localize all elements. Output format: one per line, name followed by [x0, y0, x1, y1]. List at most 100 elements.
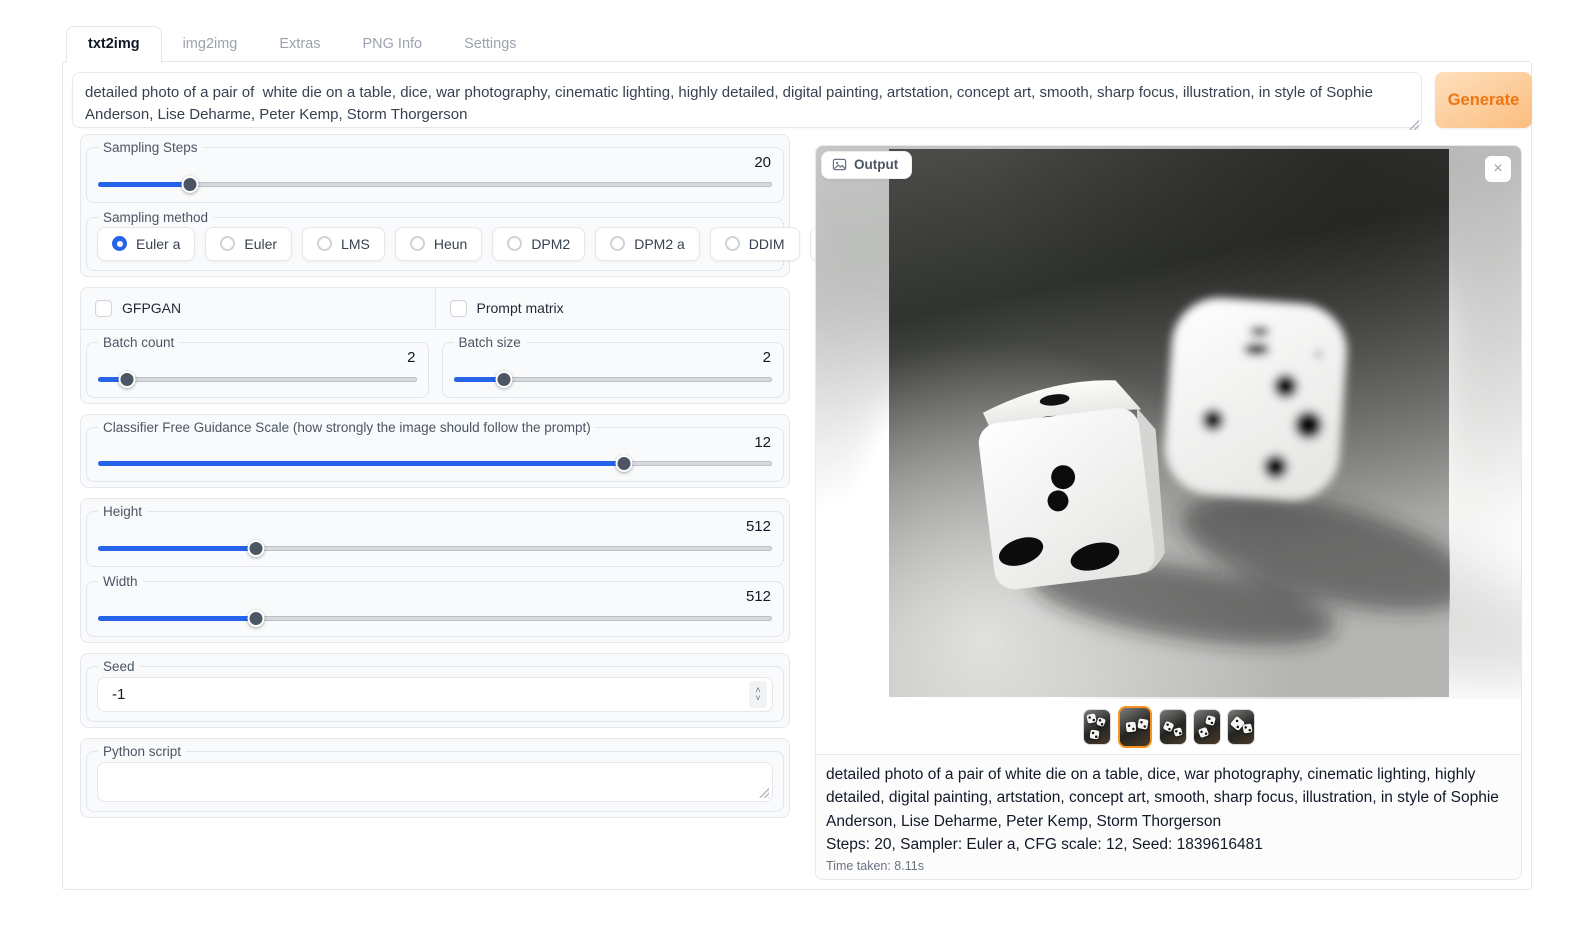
width-value: 512 — [97, 589, 771, 605]
tab-txt2img[interactable]: txt2img — [66, 26, 162, 63]
slider-fill — [98, 182, 190, 187]
tab-img2img[interactable]: img2img — [162, 27, 259, 62]
thumbnail-5[interactable] — [1228, 710, 1254, 744]
slider-fill — [98, 546, 256, 551]
cfg-value: 12 — [97, 435, 771, 451]
radio-icon — [610, 236, 625, 251]
width-group: Width 512 — [86, 574, 784, 637]
seed-group: Seed ˄ ˅ — [86, 659, 784, 722]
tab-extras[interactable]: Extras — [258, 27, 341, 62]
radio-selected-icon — [112, 236, 127, 251]
cfg-label: Classifier Free Guidance Scale (how stro… — [98, 420, 596, 435]
sampling-steps-slider[interactable] — [98, 176, 772, 193]
sampling-option-ddim[interactable]: DDIM — [710, 227, 800, 261]
batch-size-group: Batch size 2 — [442, 335, 785, 398]
batch-size-label: Batch size — [454, 335, 526, 350]
sampling-option-dpm2-a[interactable]: DPM2 a — [595, 227, 700, 261]
sampling-steps-group: Sampling Steps 20 — [86, 140, 784, 203]
radio-label: DPM2 — [531, 236, 570, 252]
thumbnail-3[interactable] — [1160, 710, 1186, 744]
info-time-taken: Time taken: 8.11s — [826, 859, 1511, 873]
tab-png-info[interactable]: PNG Info — [341, 27, 443, 62]
radio-icon — [507, 236, 522, 251]
width-label: Width — [98, 574, 143, 589]
slider-thumb[interactable] — [181, 176, 198, 193]
sampling-option-heun[interactable]: Heun — [395, 227, 482, 261]
radio-icon — [220, 236, 235, 251]
prompt-matrix-cell: Prompt matrix — [435, 288, 790, 330]
number-stepper[interactable]: ˄ ˅ — [749, 681, 767, 708]
cfg-panel: Classifier Free Guidance Scale (how stro… — [80, 414, 790, 489]
gfpgan-cell: GFPGAN — [81, 288, 435, 330]
radio-label: Euler a — [136, 236, 180, 252]
seed-panel: Seed ˄ ˅ — [80, 653, 790, 728]
generation-info: detailed photo of a pair of white die on… — [816, 754, 1521, 880]
slider-thumb[interactable] — [118, 371, 135, 388]
prompt-matrix-checkbox[interactable] — [450, 300, 467, 317]
slider-thumb[interactable] — [615, 455, 632, 472]
prompt-matrix-label: Prompt matrix — [477, 300, 564, 316]
sampling-option-lms[interactable]: LMS — [302, 227, 385, 261]
seed-label: Seed — [98, 659, 140, 674]
output-gallery: Output × — [816, 146, 1521, 699]
seed-input[interactable] — [110, 685, 749, 704]
sampling-steps-value: 20 — [97, 155, 771, 171]
slider-fill — [98, 616, 256, 621]
batch-panel: GFPGAN Prompt matrix Batch count 2 Batch… — [80, 287, 790, 404]
thumbnail-strip — [816, 699, 1521, 754]
image-icon — [832, 157, 847, 172]
batch-count-slider[interactable] — [98, 371, 417, 388]
sampling-option-euler[interactable]: Euler — [205, 227, 292, 261]
thumbnail-1[interactable] — [1084, 710, 1110, 744]
sampling-panel: Sampling Steps 20 Sampling method Euler … — [80, 134, 790, 277]
radio-icon — [317, 236, 332, 251]
radio-label: Heun — [434, 236, 467, 252]
slider-thumb[interactable] — [496, 371, 513, 388]
sampling-option-euler-a[interactable]: Euler a — [97, 227, 195, 261]
settings-column: Sampling Steps 20 Sampling method Euler … — [80, 134, 790, 828]
gfpgan-label: GFPGAN — [122, 300, 181, 316]
python-script-group: Python script — [86, 744, 784, 812]
close-icon[interactable]: × — [1485, 156, 1511, 182]
tab-settings[interactable]: Settings — [443, 27, 537, 62]
output-panel: Output × detailed photo of a pair of whi… — [815, 145, 1522, 880]
batch-size-value: 2 — [453, 350, 772, 366]
height-group: Height 512 — [86, 504, 784, 567]
batch-count-group: Batch count 2 — [86, 335, 429, 398]
slider-thumb[interactable] — [248, 540, 265, 557]
prompt-input[interactable] — [72, 72, 1422, 128]
python-script-panel: Python script — [80, 738, 790, 818]
radio-icon — [725, 236, 740, 251]
radio-label: LMS — [341, 236, 370, 252]
generated-image-dice[interactable] — [888, 149, 1450, 697]
radio-label: Euler — [244, 236, 277, 252]
thumbnail-4[interactable] — [1194, 710, 1220, 744]
batch-size-slider[interactable] — [454, 371, 773, 388]
slider-track[interactable] — [98, 377, 417, 382]
sampling-steps-label: Sampling Steps — [98, 140, 203, 155]
generate-button[interactable]: Generate — [1435, 72, 1532, 128]
stepper-down-icon[interactable]: ˅ — [755, 694, 760, 702]
batch-count-label: Batch count — [98, 335, 179, 350]
output-label-chip: Output — [821, 151, 912, 179]
info-prompt-text: detailed photo of a pair of white die on… — [826, 763, 1511, 833]
width-slider[interactable] — [98, 610, 772, 627]
sampling-option-dpm2[interactable]: DPM2 — [492, 227, 585, 261]
cfg-group: Classifier Free Guidance Scale (how stro… — [86, 420, 784, 483]
slider-track[interactable] — [98, 182, 772, 187]
radio-label: DDIM — [749, 236, 785, 252]
dimensions-panel: Height 512 Width 512 — [80, 498, 790, 643]
output-label: Output — [854, 157, 898, 172]
python-script-input[interactable] — [98, 763, 772, 801]
radio-label: DPM2 a — [634, 236, 685, 252]
height-value: 512 — [97, 519, 771, 535]
thumbnail-2-selected[interactable] — [1118, 706, 1152, 748]
height-slider[interactable] — [98, 540, 772, 557]
radio-icon — [410, 236, 425, 251]
sampling-method-label: Sampling method — [98, 210, 213, 225]
gfpgan-checkbox[interactable] — [95, 300, 112, 317]
batch-count-value: 2 — [97, 350, 416, 366]
cfg-slider[interactable] — [98, 455, 772, 472]
sampling-method-options: Euler a Euler LMS Heun DPM2 DPM2 a DDIM … — [97, 227, 773, 261]
slider-thumb[interactable] — [248, 610, 265, 627]
